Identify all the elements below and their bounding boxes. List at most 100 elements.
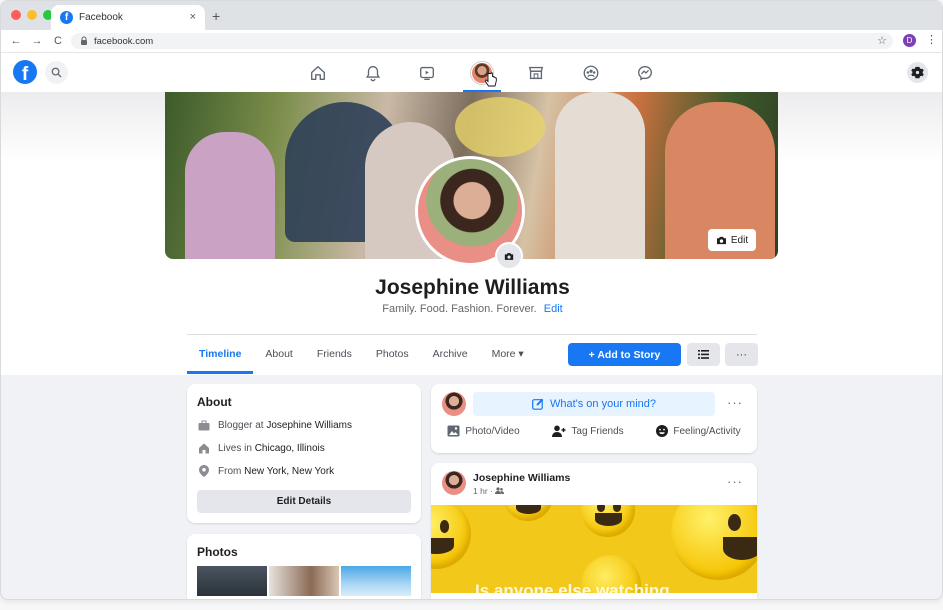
browser-toolbar: ← → C facebook.com ☆ D ⋮ (1, 30, 942, 53)
facebook-navbar: f (1, 53, 942, 93)
post-overlay-text: Is anyone else watching (475, 581, 670, 593)
post-image[interactable]: Is anyone else watching (431, 505, 757, 593)
address-bar[interactable]: facebook.com ☆ (71, 33, 893, 49)
add-to-story-button[interactable]: + Add to Story (568, 343, 681, 366)
window-controls (11, 10, 53, 20)
edit-cover-label: Edit (730, 234, 749, 246)
post-time[interactable]: 1 hr · (473, 486, 493, 496)
about-row-from: From New York, New York (197, 464, 334, 478)
nav-groups[interactable] (564, 53, 619, 92)
post-meta: 1 hr · (473, 486, 505, 496)
friends-audience-icon (495, 487, 505, 494)
tab-close-icon[interactable]: × (190, 11, 196, 23)
tab-friends[interactable]: Friends (305, 335, 364, 373)
nav-home[interactable] (291, 53, 346, 92)
facebook-logo[interactable]: f (13, 60, 37, 84)
tab-more[interactable]: More ▾ (480, 335, 536, 373)
browser-tab[interactable]: f Facebook × (51, 5, 205, 30)
notifications-icon (365, 65, 380, 81)
edit-cover-button[interactable]: Edit (708, 229, 756, 251)
groups-icon (583, 65, 599, 80)
back-button[interactable]: ← (10, 35, 22, 47)
photos-card: Photos (187, 534, 421, 599)
photo-video-button[interactable]: Photo/Video (447, 425, 520, 437)
browser-window: f Facebook × + ← → C facebook.com ☆ D ⋮ … (0, 0, 943, 600)
about-row-lives: Lives in Chicago, Illinois (197, 441, 325, 455)
avatar[interactable] (442, 392, 466, 416)
more-options-button[interactable]: ··· (725, 343, 758, 366)
composer-card: What's on your mind? ··· Photo/Video Tag… (431, 384, 757, 453)
about-from-value[interactable]: New York, New York (244, 466, 334, 477)
settings-button[interactable] (907, 62, 928, 83)
feed-background: About Blogger at Josephine Williams Live… (1, 375, 942, 599)
cursor-hand-icon (484, 72, 497, 87)
edit-bio-link[interactable]: Edit (544, 303, 563, 315)
about-lives-value[interactable]: Chicago, Illinois (255, 443, 325, 454)
post-card: Josephine Williams 1 hr · ··· Is anyone … (431, 463, 757, 599)
list-icon (698, 350, 709, 359)
post-more-button[interactable]: ··· (727, 474, 743, 489)
bio-text: Family. Food. Fashion. Forever. (382, 303, 537, 315)
avatar[interactable] (442, 471, 466, 495)
update-profile-picture-button[interactable] (495, 242, 523, 270)
tab-about[interactable]: About (253, 335, 304, 373)
nav-notifications[interactable] (346, 53, 401, 92)
nav-marketplace[interactable] (509, 53, 564, 92)
home-icon (197, 441, 211, 455)
edit-details-button[interactable]: Edit Details (197, 490, 411, 513)
photo-thumbnail[interactable] (197, 566, 267, 596)
composer-prompt: What's on your mind? (549, 398, 657, 410)
messenger-icon (638, 65, 653, 80)
photos-title: Photos (197, 545, 238, 559)
minimize-window-button[interactable] (27, 10, 37, 20)
search-button[interactable] (45, 61, 68, 84)
profile-tabs: Timeline About Friends Photos Archive Mo… (187, 335, 536, 374)
edit-pencil-icon (532, 398, 544, 410)
nav-profile[interactable] (455, 53, 510, 92)
composer-more-button[interactable]: ··· (727, 395, 743, 410)
whats-on-your-mind-input[interactable]: What's on your mind? (473, 392, 715, 416)
gear-icon (911, 66, 924, 79)
new-tab-button[interactable]: + (212, 8, 220, 24)
profile-header: Edit Josephine Williams Family. Food. Fa… (1, 92, 942, 375)
close-window-button[interactable] (11, 10, 21, 20)
smiley-icon (656, 425, 669, 437)
browser-profile-avatar[interactable]: D (903, 34, 916, 47)
bookmark-star-icon[interactable]: ☆ (877, 34, 887, 47)
home-icon (311, 65, 326, 80)
camera-icon (504, 252, 514, 260)
about-work-value[interactable]: Josephine Williams (266, 420, 352, 431)
reload-button[interactable]: C (52, 35, 64, 47)
facebook-favicon-icon: f (60, 11, 73, 24)
photo-icon (447, 425, 460, 437)
feeling-activity-button[interactable]: Feeling/Activity (656, 425, 741, 437)
tab-photos[interactable]: Photos (364, 335, 421, 373)
about-card: About Blogger at Josephine Williams Live… (187, 384, 421, 523)
marketplace-icon (529, 66, 544, 79)
nav-messenger[interactable] (618, 53, 673, 92)
composer-actions: Photo/Video Tag Friends Feeling/Activity (431, 425, 757, 437)
tab-timeline[interactable]: Timeline (187, 335, 254, 374)
profile-bio: Family. Food. Fashion. Forever. Edit (1, 303, 942, 315)
tab-archive[interactable]: Archive (421, 335, 480, 373)
profile-name: Josephine Williams (375, 276, 570, 299)
about-row-work: Blogger at Josephine Williams (197, 418, 352, 432)
tag-friends-icon (552, 425, 566, 437)
post-author[interactable]: Josephine Williams (473, 472, 570, 484)
browser-tab-title: Facebook (79, 12, 123, 23)
lock-icon (80, 36, 88, 47)
photo-thumbnail[interactable] (341, 566, 411, 596)
tag-friends-button[interactable]: Tag Friends (552, 425, 624, 437)
url-text: facebook.com (94, 35, 154, 47)
about-title: About (197, 395, 232, 409)
location-pin-icon (197, 464, 211, 478)
browser-tabbar: f Facebook × + (1, 1, 942, 30)
camera-icon (716, 236, 726, 244)
browser-menu-icon[interactable]: ⋮ (926, 33, 937, 46)
forward-button[interactable]: → (31, 35, 43, 47)
briefcase-icon (197, 418, 211, 432)
activity-log-button[interactable] (687, 343, 720, 366)
photo-thumbnail[interactable] (269, 566, 339, 596)
watch-icon (420, 66, 435, 80)
nav-watch[interactable] (400, 53, 455, 92)
